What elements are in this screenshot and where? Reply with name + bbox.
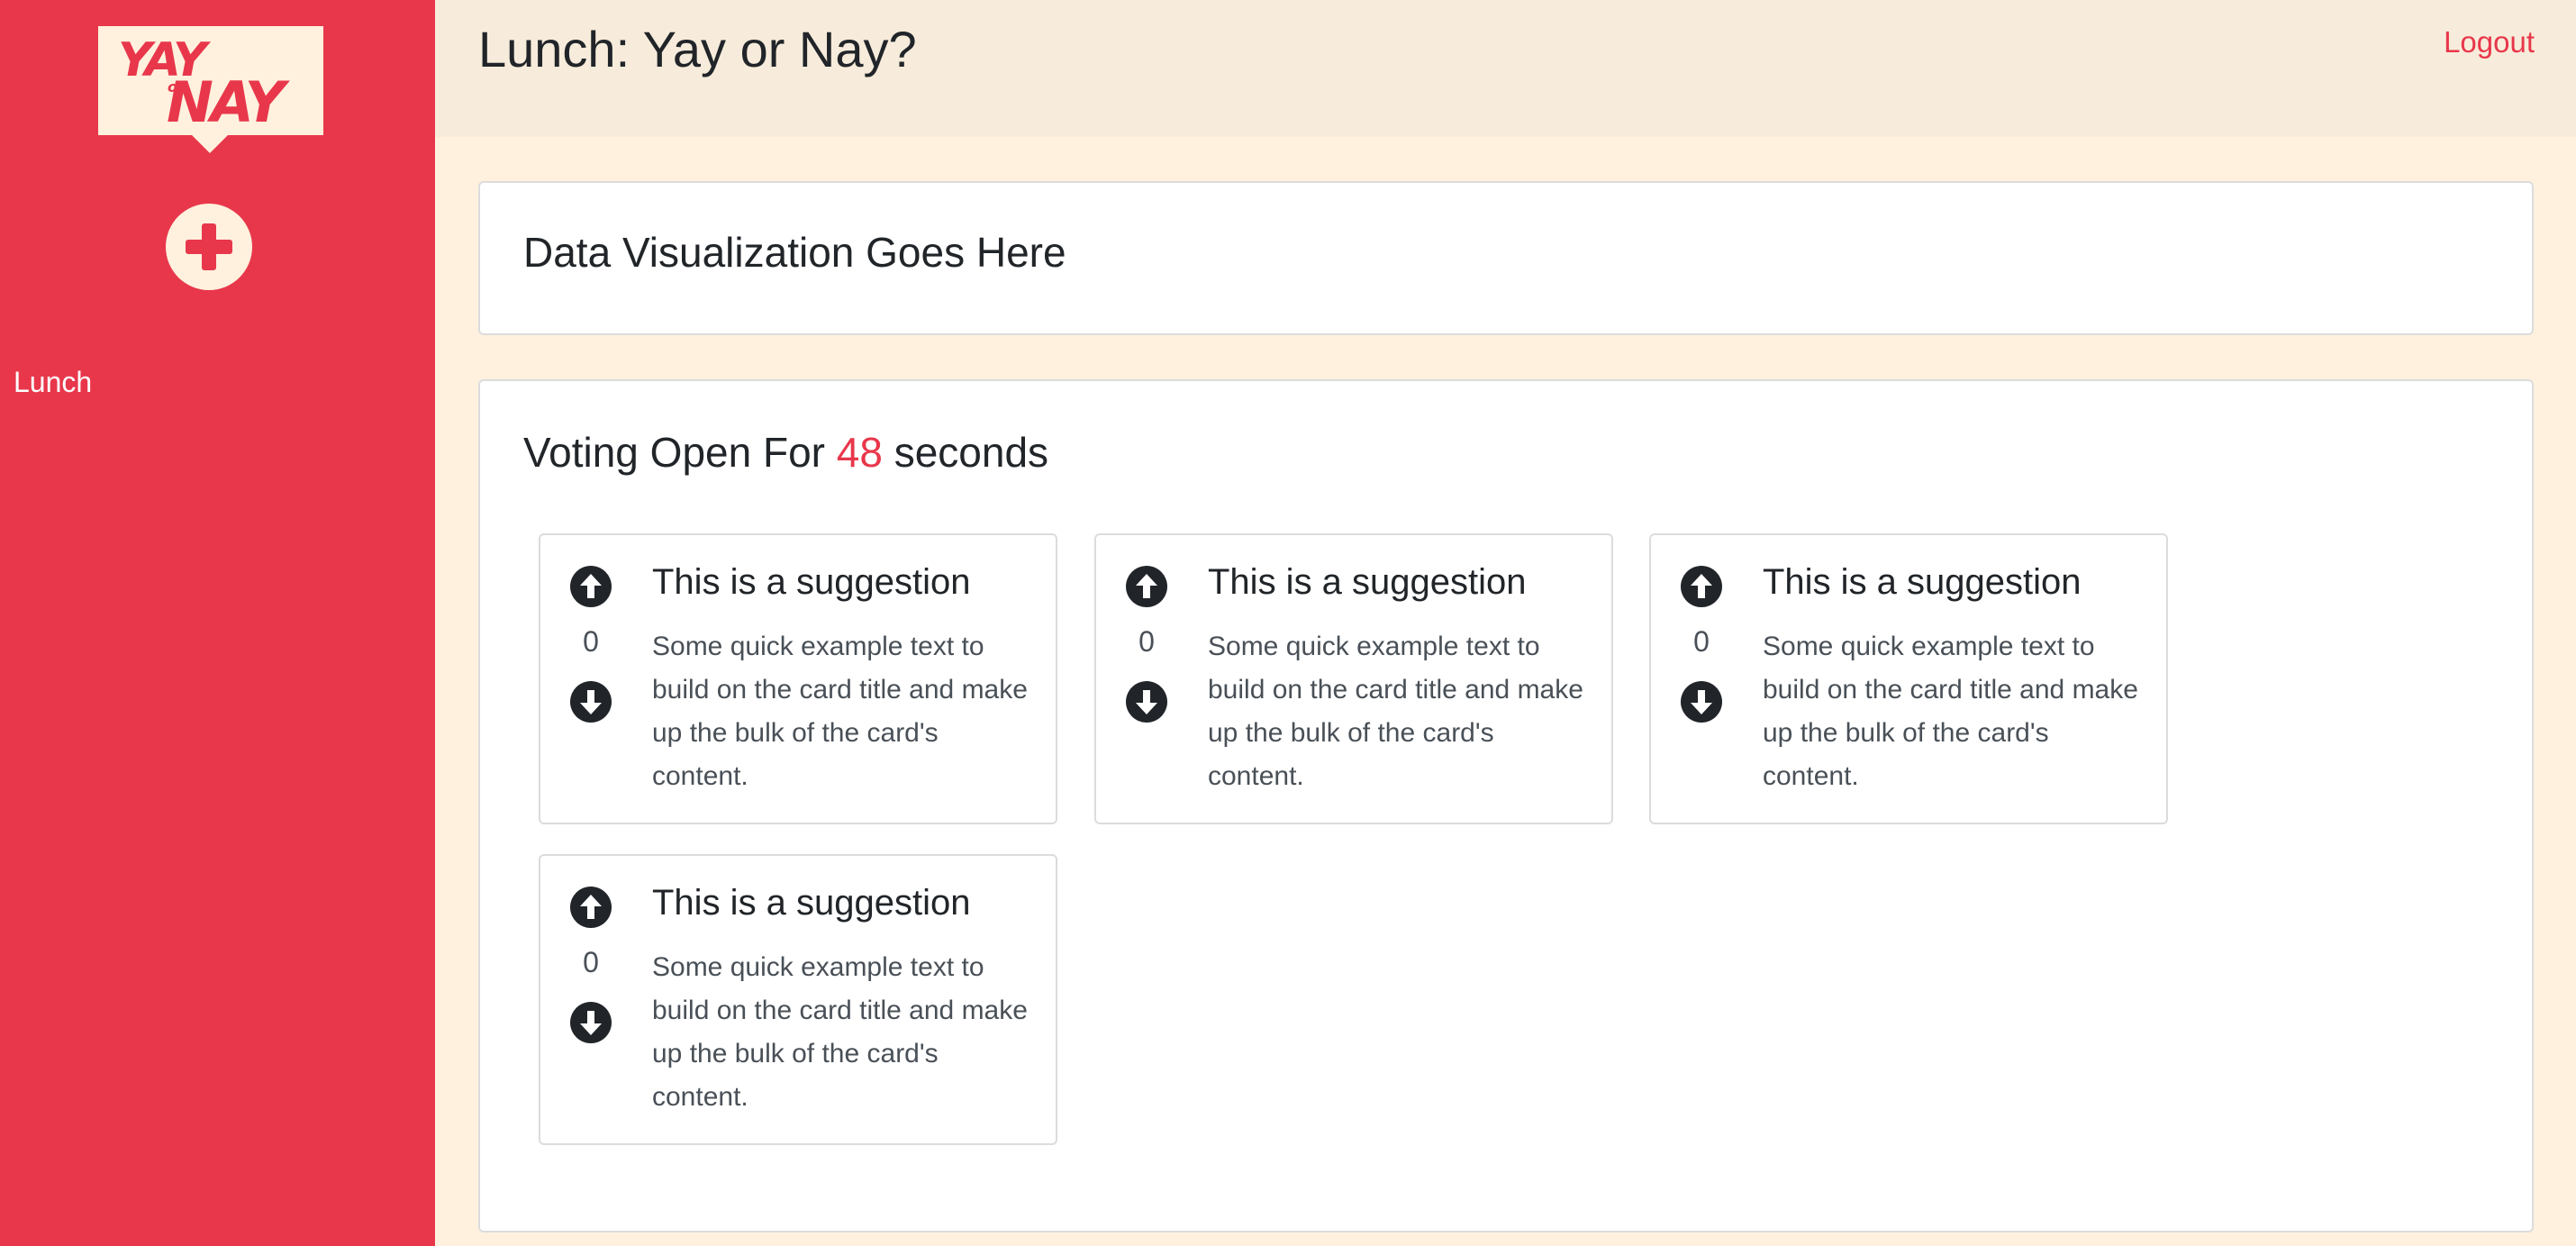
suggestion-title: This is a suggestion [652,562,971,602]
vote-count: 0 [583,946,599,978]
voting-panel: Voting Open For 48 seconds 0 This is a s… [478,379,2534,1232]
arrow-down-circle-icon[interactable] [570,1002,612,1043]
visualization-heading: Data Visualization Goes Here [523,229,1066,276]
add-room-button[interactable] [166,204,252,290]
vote-count: 0 [1138,625,1155,658]
arrow-up-circle-icon[interactable] [1126,566,1167,607]
voting-prefix: Voting Open For [523,429,825,476]
suggestion-card: 0 This is a suggestion Some quick exampl… [539,854,1057,1145]
suggestion-text: Some quick example text to build on the … [1208,632,1583,791]
suggestion-card: 0 This is a suggestion Some quick exampl… [1094,533,1613,824]
yay-or-nay-logo[interactable]: YAY or NAY [98,26,323,153]
data-visualization-panel: Data Visualization Goes Here [478,181,2534,335]
logo-word-nay: NAY [167,69,286,135]
suggestion-text: Some quick example text to build on the … [652,632,1028,791]
voting-countdown: 48 [836,429,883,476]
arrow-down-circle-icon[interactable] [570,681,612,723]
arrow-down-circle-icon[interactable] [1681,681,1722,723]
sidebar-item-lunch[interactable]: Lunch [14,366,92,399]
sidebar: YAY or NAY Lunch [0,0,435,1246]
suggestion-text: Some quick example text to build on the … [652,952,1028,1112]
suggestion-card: 0 This is a suggestion Some quick exampl… [539,533,1057,824]
arrow-up-circle-icon[interactable] [570,566,612,607]
arrow-down-circle-icon[interactable] [1126,681,1167,723]
suggestion-title: This is a suggestion [1763,562,2082,602]
arrow-up-circle-icon[interactable] [1681,566,1722,607]
voting-heading: Voting Open For 48 seconds [523,428,1048,477]
page-title: Lunch: Yay or Nay? [478,21,917,77]
voting-suffix: seconds [893,429,1049,476]
suggestion-card: 0 This is a suggestion Some quick exampl… [1649,533,2168,824]
logout-link[interactable]: Logout [2444,25,2535,59]
vote-count: 0 [1693,625,1710,658]
top-bar: Lunch: Yay or Nay? Logout [435,0,2576,137]
arrow-up-circle-icon[interactable] [570,887,612,928]
suggestion-title: This is a suggestion [1208,562,1527,602]
suggestion-text: Some quick example text to build on the … [1763,632,2138,791]
vote-count: 0 [583,625,599,658]
suggestion-title: This is a suggestion [652,883,971,923]
